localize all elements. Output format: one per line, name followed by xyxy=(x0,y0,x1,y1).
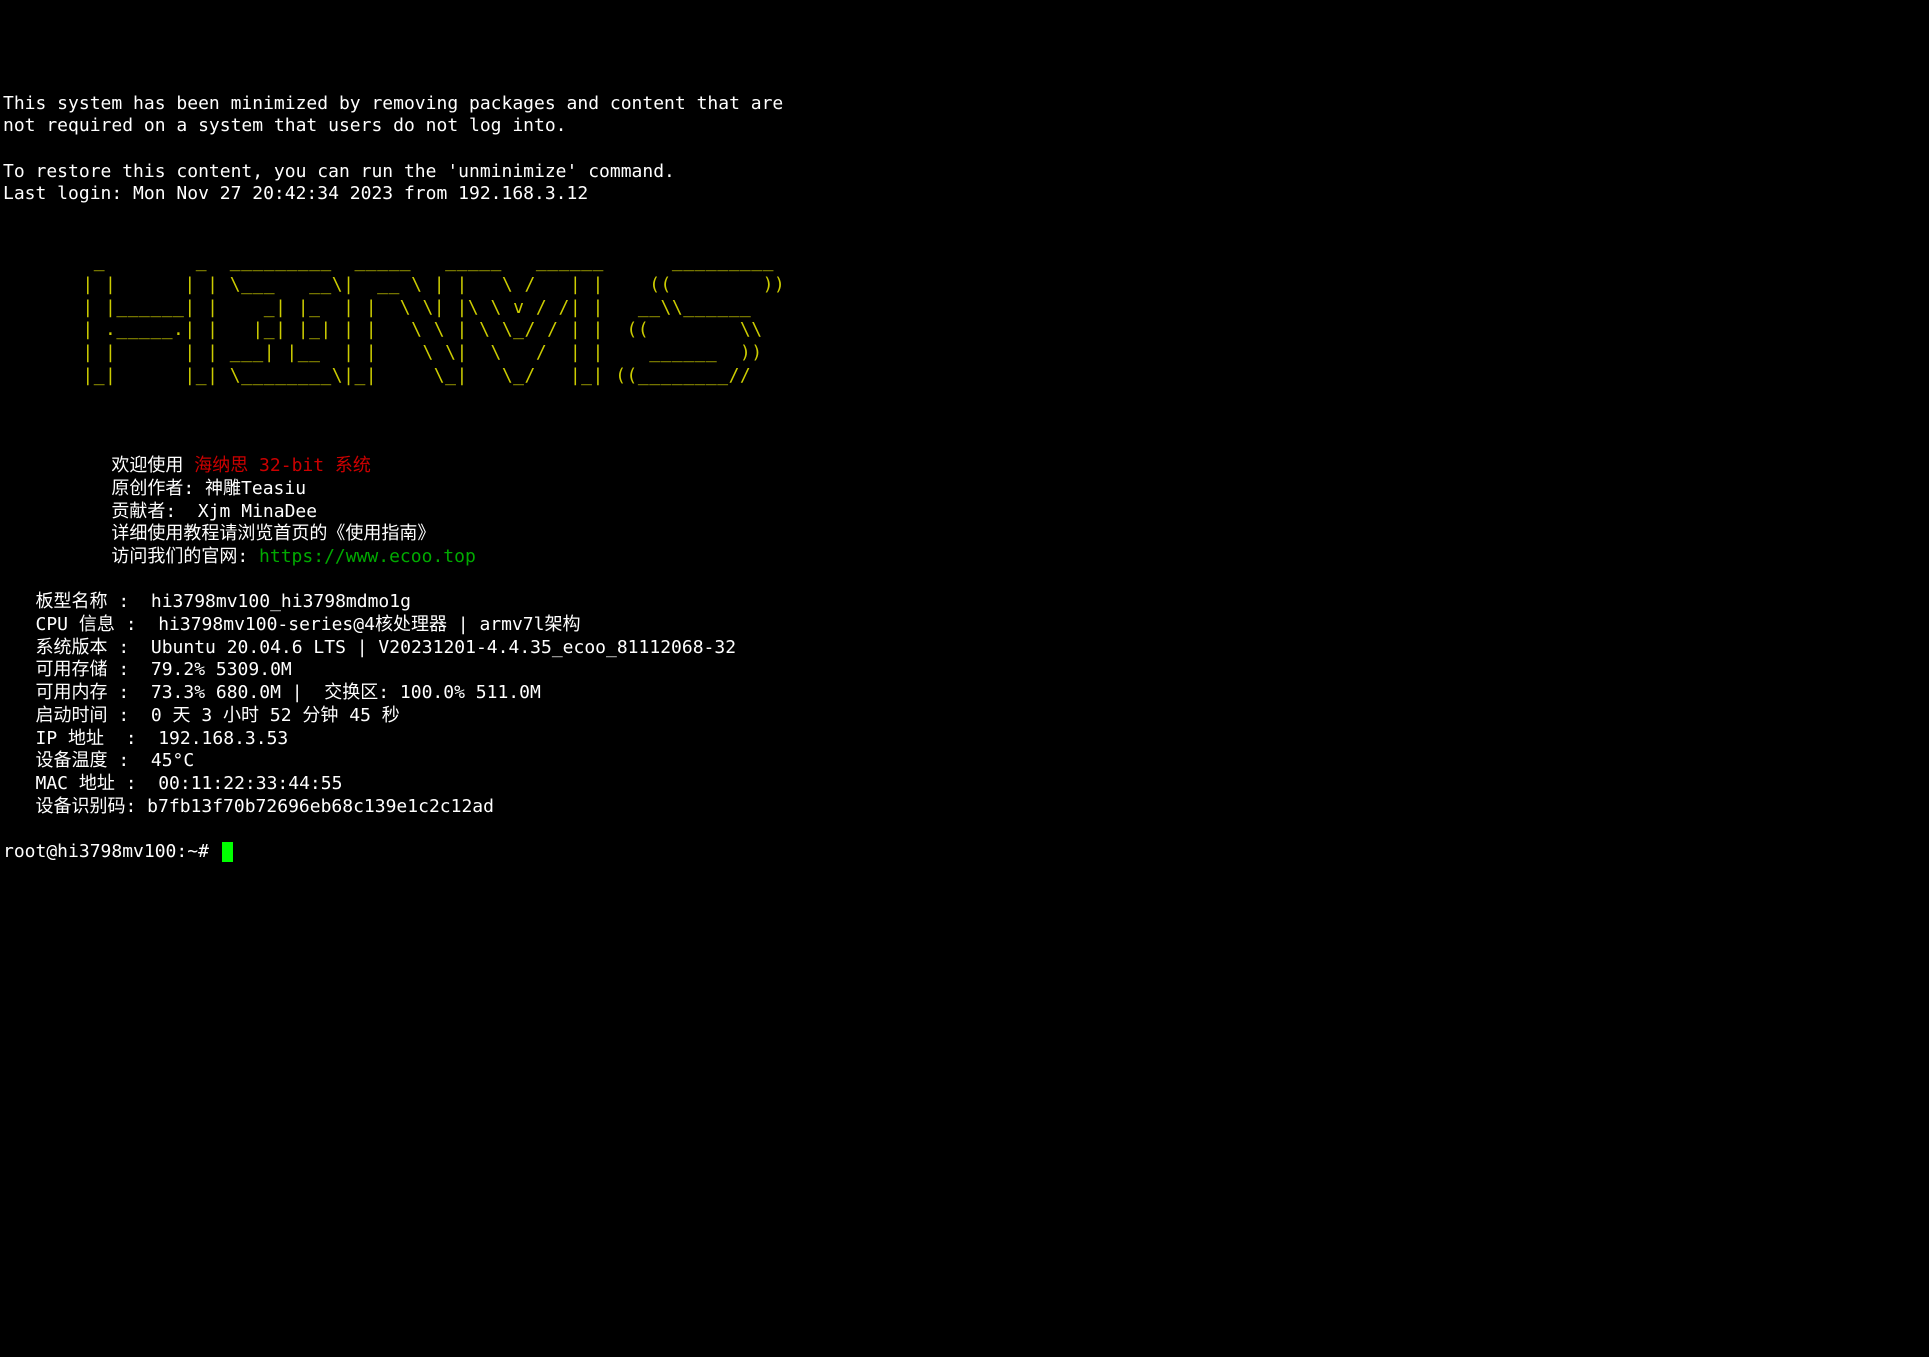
info-ip: IP 地址 : 192.168.3.53 xyxy=(3,728,288,749)
contributor-line: 贡献者: Xjm MinaDee xyxy=(3,501,317,522)
motd-line-1: This system has been minimized by removi… xyxy=(3,93,783,114)
welcome-block: 欢迎使用 海纳思 32-bit 系统 原创作者: 神雕Teasiu 贡献者: X… xyxy=(3,433,1926,569)
info-memory: 可用内存 : 73.3% 680.0M | 交换区: 100.0% 511.0M xyxy=(3,682,541,703)
motd-line-2: not required on a system that users do n… xyxy=(3,115,567,136)
welcome-line: 欢迎使用 海纳思 32-bit 系统 xyxy=(3,455,371,476)
guide-line: 详细使用教程请浏览首页的《使用指南》 xyxy=(3,523,435,544)
info-board: 板型名称 : hi3798mv100_hi3798mdmo1g xyxy=(3,591,411,612)
shell-prompt[interactable]: root@hi3798mv100:~# xyxy=(3,841,233,862)
welcome-prefix: 欢迎使用 xyxy=(3,455,194,476)
welcome-system-name: 海纳思 xyxy=(194,455,248,476)
welcome-suffix: 系统 xyxy=(324,455,371,476)
author-line: 原创作者: 神雕Teasiu xyxy=(3,478,306,499)
cursor-icon xyxy=(222,842,233,862)
motd-block: This system has been minimized by removi… xyxy=(3,93,1926,206)
last-login-line: Last login: Mon Nov 27 20:42:34 2023 fro… xyxy=(3,183,588,204)
url-label: 访问我们的官网: xyxy=(3,546,259,567)
ascii-banner: _ _ _________ _____ _____ ______ _______… xyxy=(3,251,1926,387)
info-temp: 设备温度 : 45°C xyxy=(3,750,194,771)
info-os: 系统版本 : Ubuntu 20.04.6 LTS | V20231201-4.… xyxy=(3,637,736,658)
info-devid: 设备识别码: b7fb13f70b72696eb68c139e1c2c12ad xyxy=(3,796,494,817)
welcome-bit: 32-bit xyxy=(248,455,324,476)
website-url: https://www.ecoo.top xyxy=(259,546,476,567)
url-line: 访问我们的官网: https://www.ecoo.top xyxy=(3,546,476,567)
info-mac: MAC 地址 : 00:11:22:33:44:55 xyxy=(3,773,342,794)
info-uptime: 启动时间 : 0 天 3 小时 52 分钟 45 秒 xyxy=(3,705,400,726)
motd-line-4: To restore this content, you can run the… xyxy=(3,161,675,182)
system-info-block: 板型名称 : hi3798mv100_hi3798mdmo1g CPU 信息 :… xyxy=(3,591,1926,818)
prompt-text: root@hi3798mv100:~# xyxy=(3,841,220,862)
info-storage: 可用存储 : 79.2% 5309.0M xyxy=(3,659,292,680)
info-cpu: CPU 信息 : hi3798mv100-series@4核处理器 | armv… xyxy=(3,614,580,635)
